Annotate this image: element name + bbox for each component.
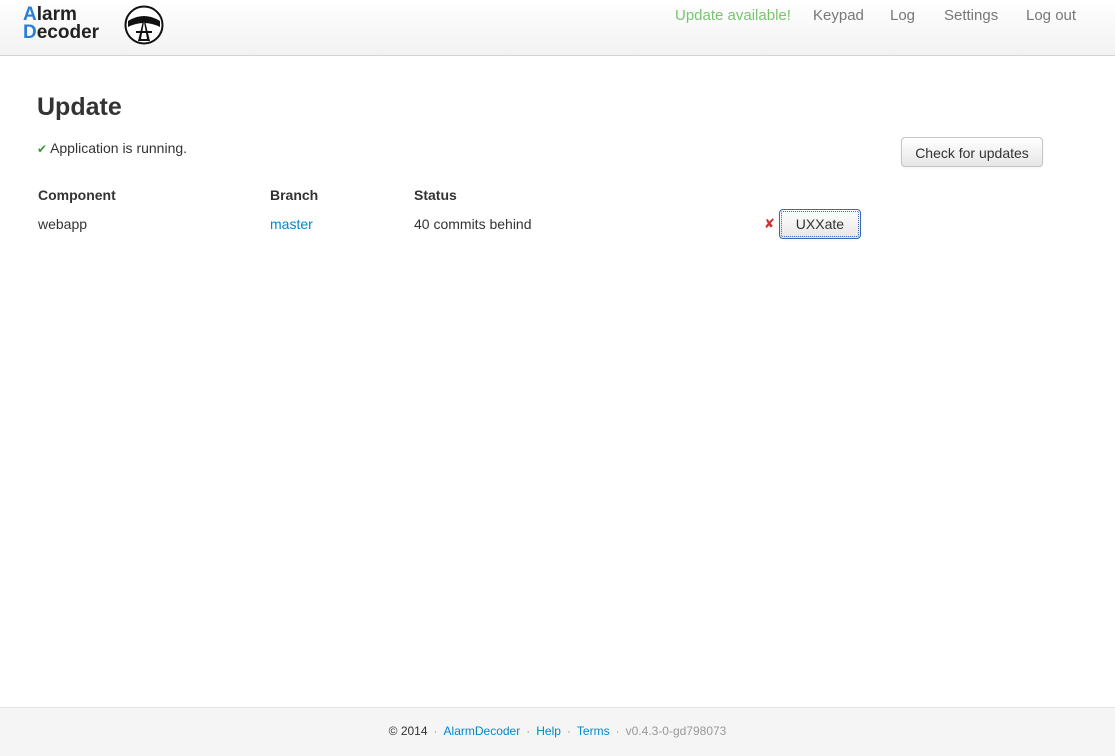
logo-text: Alarm Decoder	[23, 4, 100, 43]
footer-separator: ·	[526, 724, 531, 738]
branch-cell: master	[270, 209, 414, 239]
navbar: Alarm Decoder Update available! Keypad L…	[0, 0, 1115, 56]
alarmdecoder-logo[interactable]: Alarm Decoder	[23, 4, 168, 48]
components-table: Component Branch Status webapp master 40…	[37, 187, 864, 239]
nav-settings-link[interactable]: Settings	[944, 0, 1026, 32]
table-header-row: Component Branch Status	[37, 187, 864, 209]
header-branch: Branch	[270, 187, 319, 203]
nav-keypad-link[interactable]: Keypad	[813, 0, 874, 32]
footer-separator: ·	[433, 724, 438, 738]
header-component: Component	[38, 187, 116, 203]
footer-separator: ·	[615, 724, 620, 738]
footer-copyright: © 2014	[388, 724, 428, 738]
branch-link[interactable]: master	[270, 216, 313, 232]
nav-logout-link[interactable]: Log out	[1026, 0, 1115, 32]
check-for-updates-button[interactable]: Check for updates	[901, 137, 1043, 167]
main-content: Update ✔ Application is running. Check fo…	[37, 92, 1047, 239]
footer-version: v0.4.3-0-gd798073	[625, 724, 727, 738]
x-icon: ✘	[764, 216, 775, 231]
component-cell: webapp	[38, 216, 88, 232]
table-row: webapp master 40 commits behind ✘ UXXate	[37, 209, 864, 239]
footer-alarmdecoder-link[interactable]: AlarmDecoder	[444, 724, 521, 738]
status-text: Application is running.	[50, 140, 188, 156]
update-component-button[interactable]: UXXate	[778, 209, 861, 239]
top-nav: Update available! Keypad Log Settings Lo…	[675, 0, 1115, 32]
header-action	[764, 187, 864, 209]
page-title: Update	[37, 93, 122, 121]
header-status: Status	[414, 187, 457, 203]
footer-terms-link[interactable]: Terms	[577, 724, 610, 738]
nav-update-available-link[interactable]: Update available!	[675, 0, 803, 32]
check-icon: ✔	[37, 142, 48, 156]
application-status: ✔ Application is running.	[37, 140, 187, 156]
footer-separator: ·	[566, 724, 571, 738]
logo-emblem-icon	[124, 5, 164, 45]
footer: © 2014 · AlarmDecoder · Help · Terms · v0.4.3-0-…	[0, 707, 1115, 756]
nav-log-link[interactable]: Log	[890, 0, 944, 32]
action-cell: ✘ UXXate	[764, 209, 864, 239]
footer-help-link[interactable]: Help	[536, 724, 561, 738]
status-cell: 40 commits behind	[414, 216, 532, 232]
